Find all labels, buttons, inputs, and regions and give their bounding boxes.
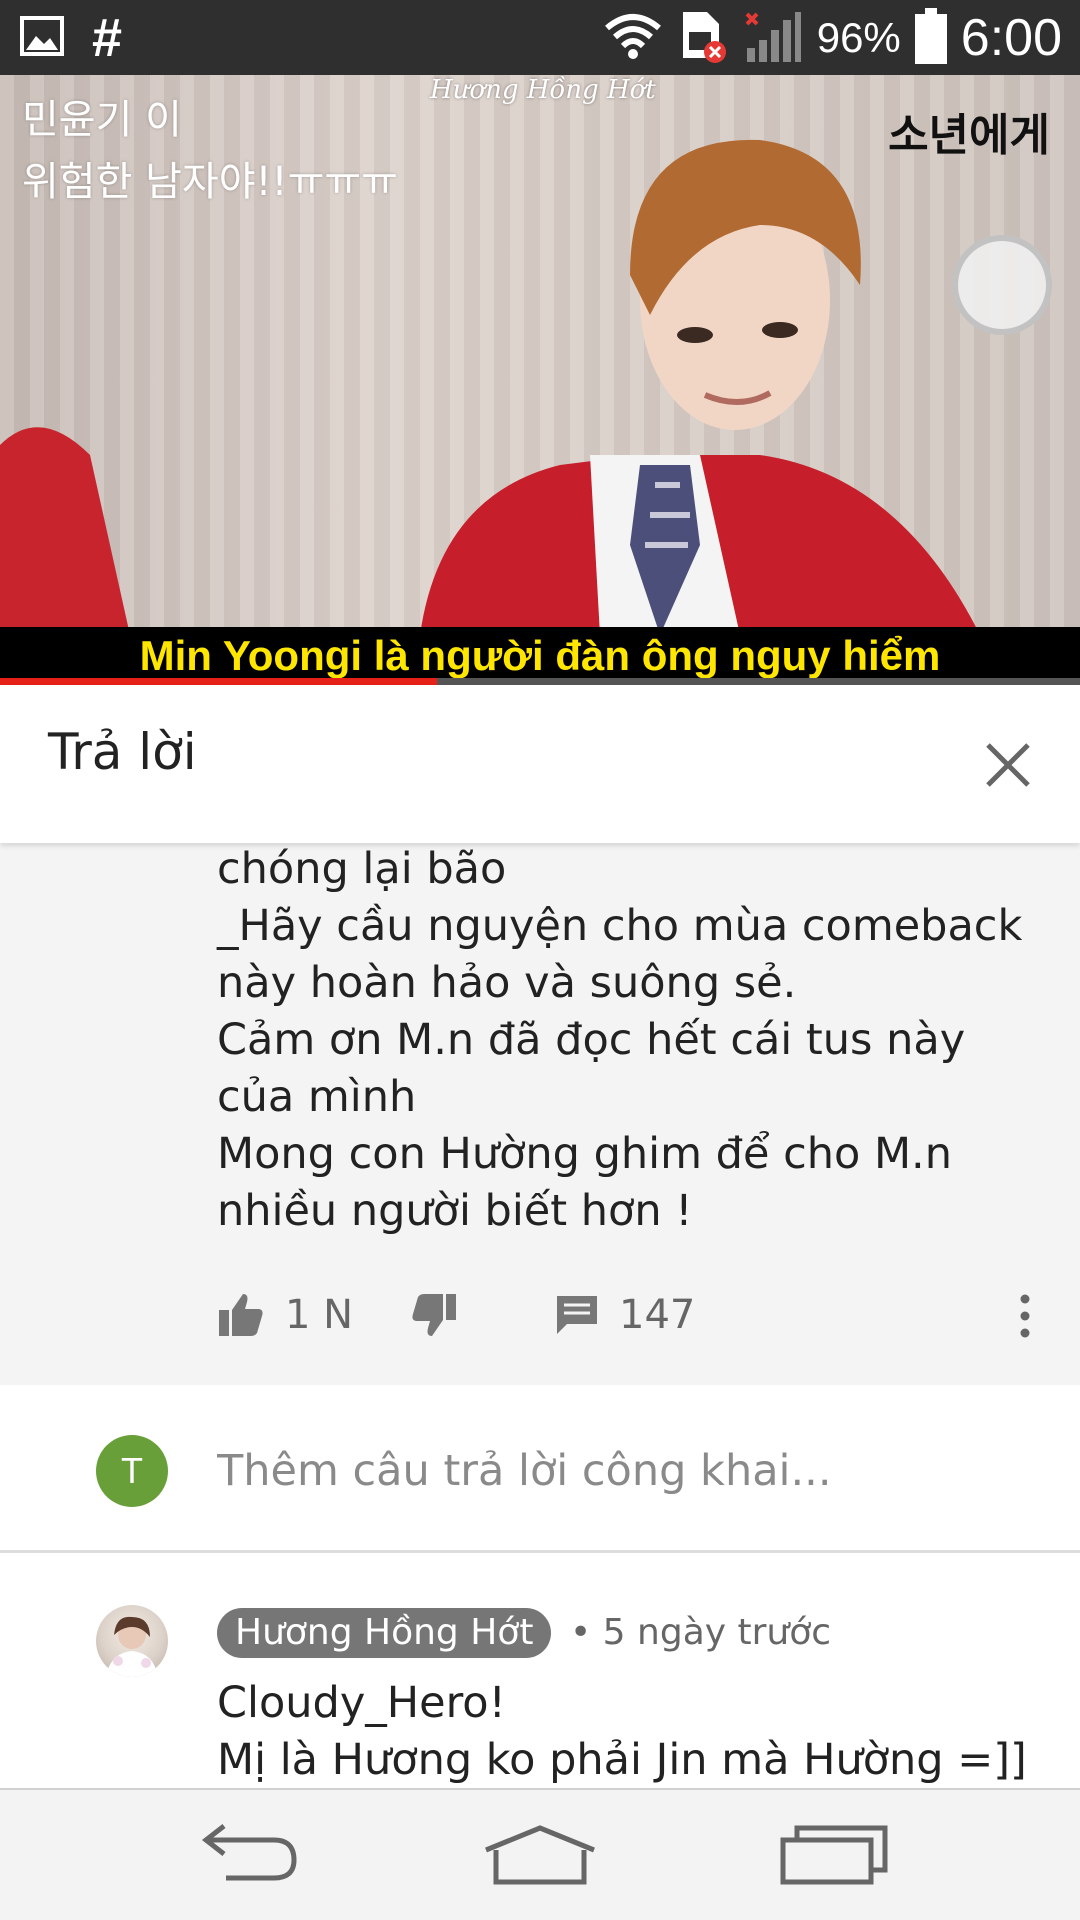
thumbs-up-icon: [219, 1294, 263, 1336]
author-name-chip[interactable]: Hương Hồng Hớt: [217, 1608, 552, 1658]
video-korean-caption: 소년에게: [888, 110, 1050, 161]
dislike-button[interactable]: [410, 1285, 458, 1345]
reply-count: 147: [619, 1292, 696, 1338]
video-overlay-text: 민윤기 이 위험한 남자야!!ㅠㅠㅠ: [22, 97, 398, 205]
recents-button[interactable]: [775, 1820, 895, 1890]
video-progress-bar[interactable]: [0, 678, 1080, 685]
comment-line: Mong con Hường ghim để cho M.n: [217, 1129, 952, 1179]
reply-panel-header: Trả lời: [0, 685, 1080, 843]
wifi-icon: [603, 12, 663, 64]
user-avatar: T: [96, 1435, 168, 1507]
back-button[interactable]: [190, 1820, 310, 1890]
comment-timestamp: • 5 ngày trước: [570, 1612, 832, 1653]
like-count: 1 N: [285, 1292, 354, 1338]
comment-text: chóng lại bão _Hãy cầu nguyện cho mùa co…: [217, 843, 1057, 1240]
reply-comment-text: Cloudy_Hero! Mị là Hương ko phải Jin mà …: [217, 1675, 1027, 1788]
floating-drag-handle[interactable]: [952, 235, 1052, 335]
more-options-button[interactable]: [1010, 1291, 1040, 1341]
recents-icon: [780, 1825, 888, 1885]
reply-input[interactable]: [217, 1433, 1017, 1509]
comment-line: của mình: [217, 1072, 417, 1122]
reply-comment: Hương Hồng Hớt • 5 ngày trước Cloudy_Her…: [0, 1553, 1080, 1788]
reply-count-button[interactable]: 147: [555, 1285, 695, 1345]
image-icon: [20, 15, 64, 60]
author-avatar[interactable]: [96, 1605, 168, 1677]
video-subtitle: Min Yoongi là người đàn ông nguy hiểm: [0, 627, 1080, 685]
video-player[interactable]: 민윤기 이 위험한 남자야!!ㅠㅠㅠ Hương Hồng Hớt 소년에게 M…: [0, 75, 1080, 685]
comment-line: nhiều người biết hơn !: [217, 1186, 693, 1236]
comment-line: này hoàn hảo và suông sẻ.: [217, 958, 797, 1008]
close-icon: [986, 743, 1030, 787]
video-progress-fill: [0, 678, 438, 685]
battery-icon: [914, 7, 947, 68]
clock: 6:00: [960, 8, 1062, 67]
sim-error-icon: [677, 8, 729, 68]
like-button[interactable]: 1 N: [217, 1285, 353, 1345]
battery-percent: 96%: [816, 13, 901, 61]
signal-icon: [743, 8, 803, 68]
comment-line: Cloudy_Hero!: [217, 1678, 506, 1728]
add-reply-row: T: [0, 1385, 1080, 1553]
hash-notification: #: [92, 7, 123, 68]
system-nav-bar: [0, 1788, 1080, 1920]
home-icon: [485, 1825, 595, 1885]
home-button[interactable]: [480, 1820, 600, 1890]
more-vert-icon: [1020, 1294, 1030, 1338]
comment-line: Cảm ơn M.n đã đọc hết cái tus này: [217, 1015, 966, 1065]
close-button[interactable]: [978, 735, 1038, 795]
back-icon: [201, 1824, 297, 1881]
status-bar: # 96% 6:00: [0, 0, 1080, 75]
reply-panel-title: Trả lời: [48, 723, 197, 781]
comment-line: Mị là Hương ko phải Jin mà Hường =]]: [217, 1735, 1027, 1785]
comment-icon: [557, 1296, 597, 1334]
comment-actions: 1 N 147: [0, 1285, 1080, 1345]
comment-line: chóng lại bão: [217, 844, 507, 894]
video-watermark: Hương Hồng Hớt: [430, 75, 656, 105]
thumbs-down-icon: [412, 1294, 456, 1336]
comment-line: _Hãy cầu nguyện cho mùa comeback: [217, 901, 1023, 951]
